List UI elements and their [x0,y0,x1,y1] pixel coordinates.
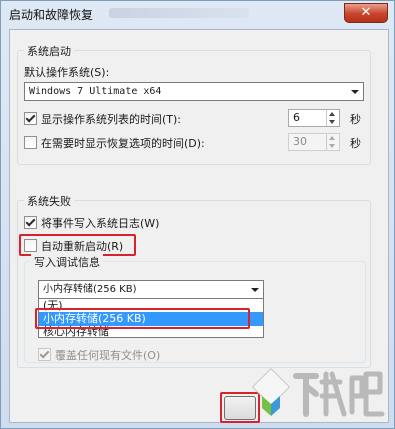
system-failure-title: 系统失败 [24,193,74,209]
chevron-down-icon[interactable] [251,288,259,292]
show-recovery-time-spinner[interactable]: 30 [288,133,340,151]
logo-cube-top [252,367,291,407]
system-startup-title: 系统启动 [24,43,74,59]
debug-info-value: 小内存转储(256 KB) [43,284,137,295]
show-recovery-unit: 秒 [350,137,361,150]
show-os-list-label: 显示操作系统列表的时间(T): [41,113,182,126]
show-recovery-time-value: 30 [293,135,307,148]
logo-glyph-zai [319,371,347,417]
spin-up-icon[interactable] [329,112,335,116]
spin-up-icon[interactable] [329,136,335,140]
spin-down-icon[interactable] [329,144,335,148]
system-startup-group: 系统启动 默认操作系统(S): Windows 7 Ultimate x64 显… [17,43,371,165]
small-dump-highlight [35,308,250,329]
title-bar: 启动和故障恢复 ✕ [1,1,394,25]
logo-glyph-xia [293,373,319,417]
xiazaiba-watermark-logo [252,367,385,417]
overwrite-checkbox[interactable] [38,348,51,361]
spin-buttons[interactable] [326,110,339,126]
show-os-list-time-spinner[interactable]: 6 [288,109,340,127]
show-recovery-label: 在需要时显示恢复选项的时间(D): [41,137,205,150]
window-title: 启动和故障恢复 [9,8,94,22]
close-button[interactable]: ✕ [344,3,388,23]
auto-restart-highlight [19,234,136,256]
show-os-list-time-value: 6 [293,111,300,124]
logo-glyph-ba [349,371,385,417]
startup-recovery-dialog: 启动和故障恢复 ✕ 系统启动 默认操作系统(S): Windows 7 Ulti… [0,0,395,429]
debug-info-select[interactable]: 小内存转储(256 KB) [38,280,264,299]
show-recovery-checkbox[interactable] [24,136,37,149]
write-event-log-label: 将事件写入系统日志(W) [41,217,160,230]
overwrite-label: 覆盖任何现有文件(O) [55,349,161,362]
spin-down-icon[interactable] [329,120,335,124]
show-os-list-checkbox[interactable] [24,112,37,125]
chevron-down-icon[interactable] [351,90,359,94]
default-os-select[interactable]: Windows 7 Ultimate x64 [24,82,364,101]
blurred-title-area [109,8,249,18]
default-os-value: Windows 7 Ultimate x64 [29,86,162,97]
spin-buttons[interactable] [326,134,339,150]
debug-info-title: 写入调试信息 [31,254,103,270]
default-os-label: 默认操作系统(S): [24,66,110,79]
write-event-log-checkbox[interactable] [24,216,37,229]
show-os-list-unit: 秒 [350,113,361,126]
